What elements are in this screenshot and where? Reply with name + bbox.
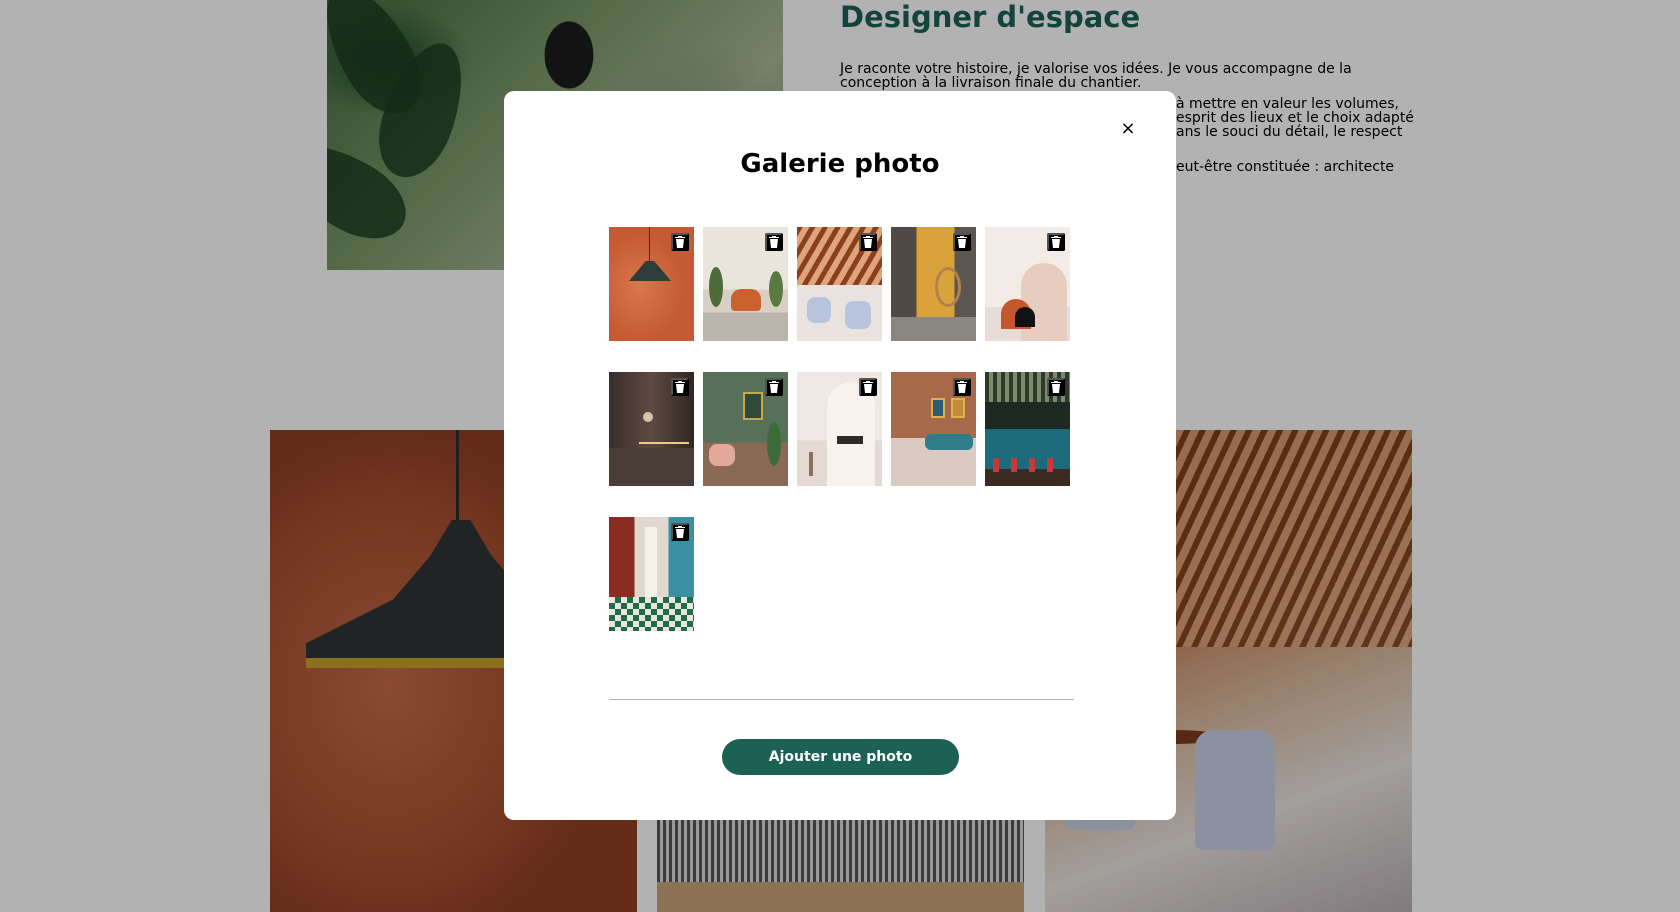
gallery-modal: × Galerie photo Ajouter une photo xyxy=(504,91,1176,820)
trash-icon[interactable] xyxy=(671,378,689,396)
trash-icon[interactable] xyxy=(859,378,877,396)
trash-icon[interactable] xyxy=(671,523,689,541)
gallery-item[interactable] xyxy=(891,372,976,486)
gallery-item[interactable] xyxy=(891,227,976,341)
trash-icon[interactable] xyxy=(953,233,971,251)
trash-icon[interactable] xyxy=(765,378,783,396)
gallery-item[interactable] xyxy=(985,227,1070,341)
trash-icon[interactable] xyxy=(859,233,877,251)
trash-icon[interactable] xyxy=(671,233,689,251)
gallery-item[interactable] xyxy=(797,227,882,341)
trash-icon[interactable] xyxy=(953,378,971,396)
gallery-item[interactable] xyxy=(609,517,694,631)
gallery-item[interactable] xyxy=(703,227,788,341)
close-button[interactable]: × xyxy=(1116,117,1140,141)
photo-gallery xyxy=(609,227,1079,631)
trash-icon[interactable] xyxy=(1047,378,1065,396)
gallery-item[interactable] xyxy=(985,372,1070,486)
gallery-item[interactable] xyxy=(609,372,694,486)
trash-icon[interactable] xyxy=(765,233,783,251)
gallery-item[interactable] xyxy=(609,227,694,341)
modal-title: Galerie photo xyxy=(740,149,940,179)
add-photo-button[interactable]: Ajouter une photo xyxy=(722,739,959,775)
gallery-item[interactable] xyxy=(797,372,882,486)
divider xyxy=(609,699,1074,700)
gallery-item[interactable] xyxy=(703,372,788,486)
trash-icon[interactable] xyxy=(1047,233,1065,251)
